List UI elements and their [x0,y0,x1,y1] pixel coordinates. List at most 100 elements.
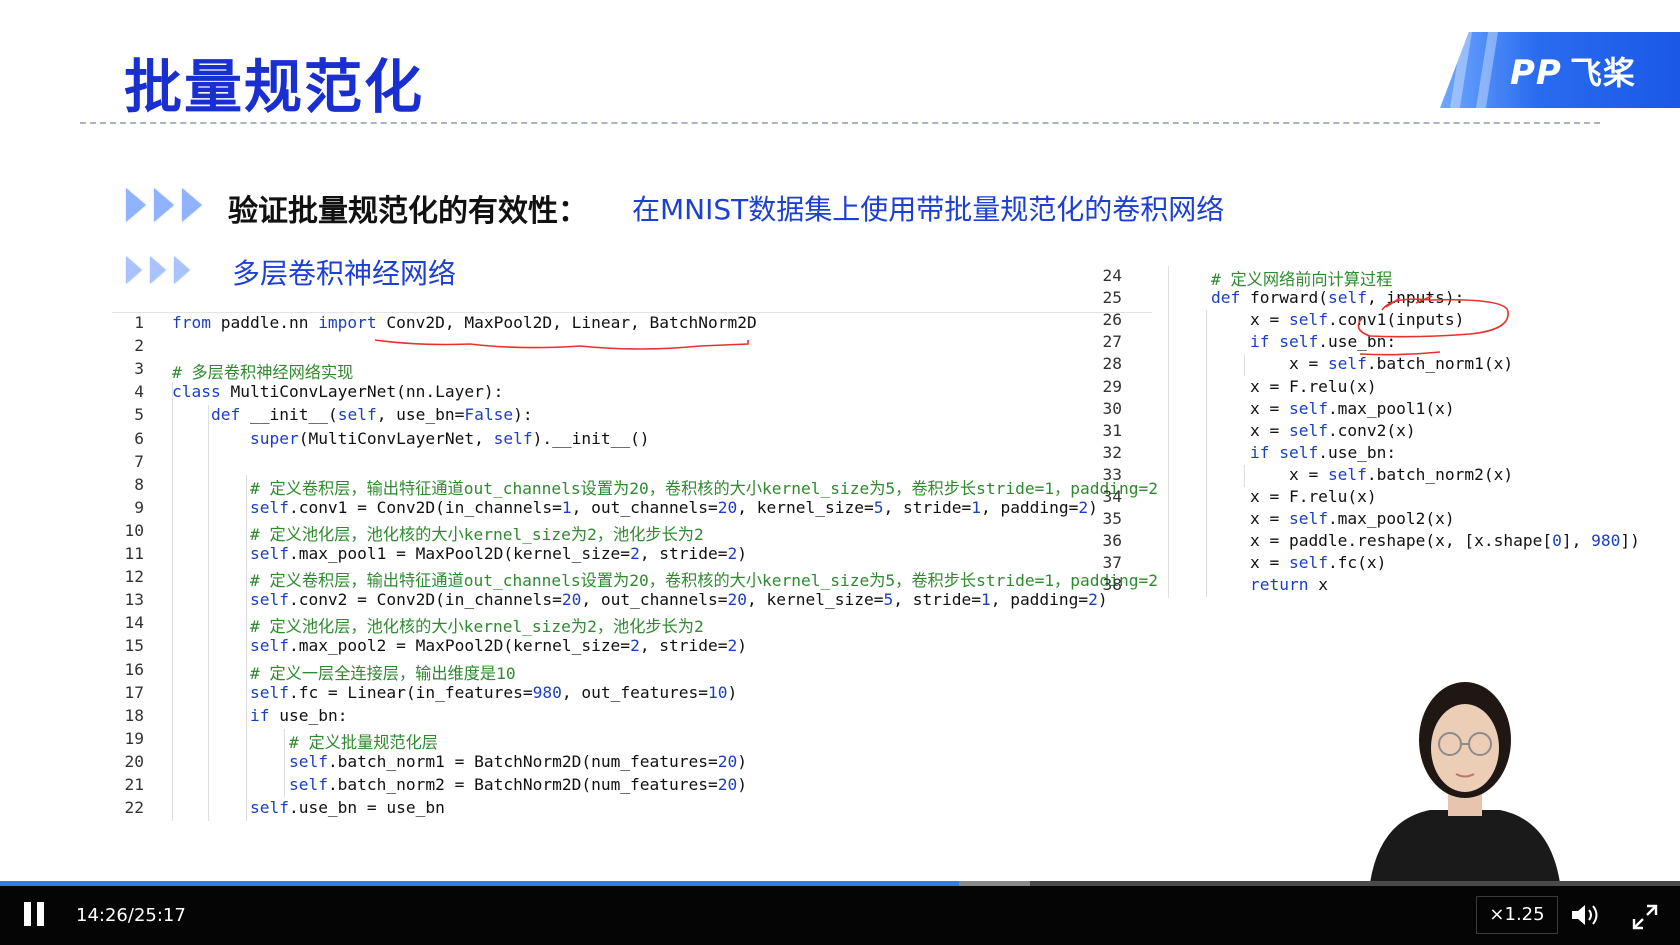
line-number: 38 [1102,575,1123,595]
code-line: 36 x = paddle.reshape(x, [x.shape[0], 98… [1103,531,1680,554]
code-text: # 定义一层全连接层，输出维度是10 [249,663,516,683]
code-text: self.conv1 = Conv2D(in_channels=1, out_c… [249,497,1098,517]
code-text: x = paddle.reshape(x, [x.shape[0], 980]) [1172,531,1640,551]
code-line: 28 x = self.batch_norm1(x) [1103,354,1680,377]
code-line: 19 # 定义批量规范化层 [112,729,1152,752]
code-text: self.batch_norm2 = BatchNorm2D(num_featu… [288,775,748,794]
line-number: 29 [1102,376,1123,396]
code-line: 12 # 定义卷积层，输出特征通道out_channels设置为20，卷积核的大… [112,567,1158,590]
code-line: 5 def __init__(self, use_bn=False): [112,405,1152,428]
code-text: # 定义卷积层，输出特征通道out_channels设置为20，卷积核的大小ke… [249,571,1158,591]
progress-buffered [959,881,1030,886]
code-line: 8 # 定义卷积层，输出特征通道out_channels设置为20，卷积核的大小… [112,474,1158,498]
line-number: 12 [124,567,145,587]
code-text: # 定义卷积层，输出特征通道out_channels设置为20，卷积核的大小ke… [249,478,1158,498]
code-text: if use_bn: [249,705,348,725]
code-line: 26 x = self.conv1(inputs) [1103,310,1680,333]
line-number: 25 [1102,288,1123,308]
code-line: 2 [112,336,1152,359]
line-number: 35 [1102,509,1123,529]
code-line: 14 # 定义池化层，池化核的大小kernel_size为2，池化步长为2 [112,613,1152,636]
line-number: 36 [1102,531,1123,551]
code-line: 9 self.conv1 = Conv2D(in_channels=1, out… [112,498,1152,521]
code-text: x = self.batch_norm1(x) [1172,354,1514,374]
code-line: 18 if use_bn: [112,706,1152,729]
line-number: 4 [134,382,144,402]
line-number: 31 [1102,420,1123,440]
code-text: # 多层卷积神经网络实现 [172,363,354,383]
code-text: x = self.max_pool1(x) [1172,398,1455,418]
code-text: # 定义池化层，池化核的大小kernel_size为2，池化步长为2 [249,524,704,544]
code-text: # 定义批量规范化层 [288,732,438,752]
code-text: self.batch_norm1 = BatchNorm2D(num_featu… [288,751,748,771]
slide: 批量规范化 PP 飞桨 验证批量规范化的有效性： 在MNIST数据集上使用带批量规… [0,0,1680,883]
code-text: # 定义网络前向计算过程 [1210,270,1393,289]
code-line: 13 self.conv2 = Conv2D(in_channels=20, o… [112,590,1152,613]
code-line: 30 x = self.max_pool1(x) [1103,398,1680,422]
code-line: 34 x = F.relu(x) [1103,487,1680,510]
progress-bar[interactable] [0,881,960,886]
brand-mark: PP [1510,53,1562,93]
line-number: 20 [124,751,145,771]
line-number: 13 [124,590,145,610]
code-text: x = self.fc(x) [1172,553,1387,573]
line-number: 30 [1102,398,1123,418]
line-number: 18 [124,705,145,725]
line-number: 32 [1102,442,1123,462]
code-line: 10 # 定义池化层，池化核的大小kernel_size为2，池化步长为2 [112,521,1152,544]
indent-guide [284,728,285,799]
brand-name: 飞桨 [1569,54,1636,92]
line-number: 24 [1102,266,1123,285]
line-number: 10 [124,520,145,540]
line-number: 11 [124,544,145,563]
code-text: self.max_pool1 = MaxPool2D(kernel_size=2… [249,544,748,563]
duration: 25:17 [133,905,186,926]
current-time: 14:26 [76,905,128,926]
code-line: 33 x = self.batch_norm2(x) [1103,465,1680,488]
line-number: 15 [124,636,145,656]
presenter-video [1330,670,1600,883]
code-text: self.max_pool2 = MaxPool2D(kernel_size=2… [249,636,748,656]
volume-icon[interactable] [1570,902,1602,928]
line-number: 6 [134,428,144,448]
line-number: 22 [124,798,145,818]
code-text: class MultiConvLayerNet(nn.Layer): [172,382,504,402]
time-display: 14:26/25:17 [76,905,186,926]
code-line: 22 self.use_bn = use_bn [112,798,1152,821]
code-line: 1 from paddle.nn import Conv2D, MaxPool2D… [112,313,1152,336]
line-number: 21 [124,775,145,794]
code-block-forward: 24 # 定义网络前向计算过程 25 def forward(self, inpu… [1103,266,1680,606]
line-number: 17 [124,682,145,702]
fullscreen-icon[interactable] [1632,904,1658,930]
indent-guide [1244,464,1245,487]
code-text: self.conv2 = Conv2D(in_channels=20, out_… [249,590,1108,610]
indent-guide [172,382,173,822]
code-line: 16 # 定义一层全连接层，输出维度是10 [112,660,1152,683]
code-text: self.fc = Linear(in_features=980, out_fe… [249,682,738,702]
code-line: 29 x = F.relu(x) [1103,376,1680,400]
line-number: 26 [1102,310,1123,330]
code-line: 27 if self.use_bn: [1103,332,1680,355]
line-number: 27 [1102,332,1123,352]
code-line: 32 if self.use_bn: [1103,443,1680,466]
code-line: 6 super(MultiConvLayerNet, self).__init_… [112,429,1152,452]
code-text: def __init__(self, use_bn=False): [210,405,533,425]
bullet-arrows-icon [126,188,202,222]
bullet-arrows-small-icon [126,256,190,284]
code-text: x = self.conv1(inputs) [1172,310,1465,330]
code-text: x = self.conv2(x) [1172,420,1416,440]
line-number: 9 [134,497,144,517]
indent-guide [246,474,247,822]
code-line: 4 class MultiConvLayerNet(nn.Layer): [112,382,1152,405]
indent-guide [208,405,209,822]
code-text: # 定义池化层，池化核的大小kernel_size为2，池化步长为2 [249,617,704,637]
pause-icon[interactable] [24,902,46,926]
line-number: 8 [134,474,144,494]
code-line: 17 self.fc = Linear(in_features=980, out… [112,683,1152,706]
line-number: 28 [1102,354,1123,374]
code-text: x = F.relu(x) [1172,376,1377,396]
video-player-controls [0,883,1680,945]
indent-guide [1168,266,1169,598]
playback-speed-button[interactable]: ×1.25 [1476,896,1558,934]
code-text: super(MultiConvLayerNet, self).__init__(… [249,428,650,448]
